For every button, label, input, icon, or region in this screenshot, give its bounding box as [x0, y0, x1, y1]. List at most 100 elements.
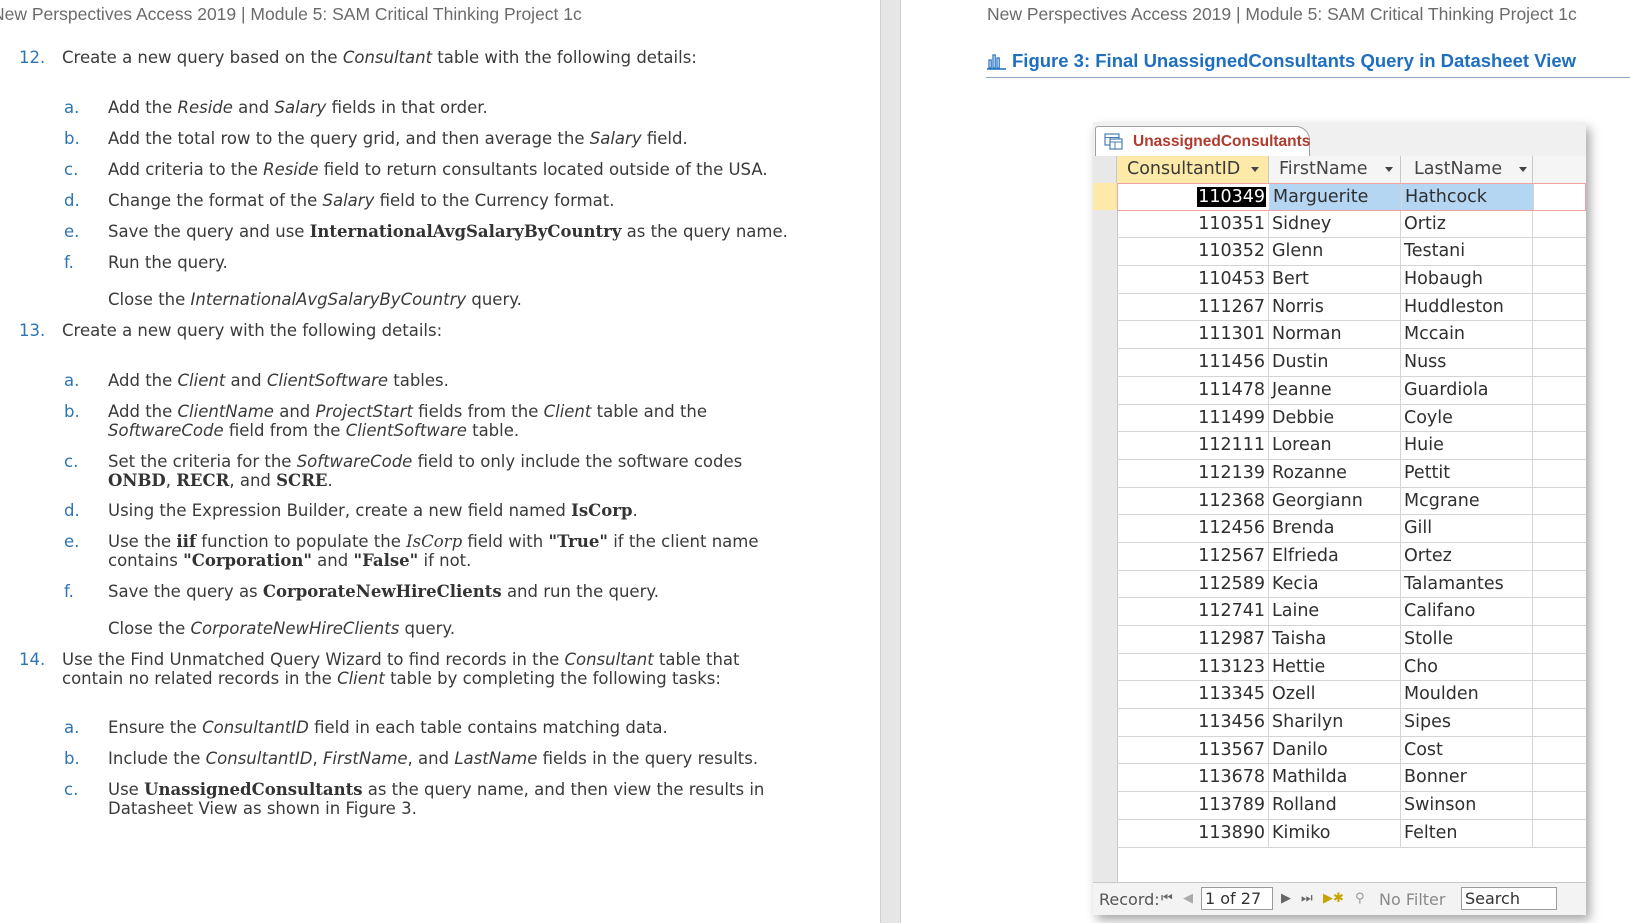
table-row[interactable]: 110349 Marguerite Hathcock — [1117, 183, 1586, 211]
consultantid-cell[interactable]: 111499 — [1117, 404, 1269, 432]
firstname-cell[interactable]: Kecia — [1269, 570, 1401, 598]
column-header-consultantid[interactable]: ConsultantID — [1117, 156, 1269, 183]
consultantid-cell[interactable]: 113890 — [1117, 819, 1269, 847]
consultantid-cell[interactable]: 113456 — [1117, 709, 1269, 736]
lastname-cell[interactable]: Moulden — [1401, 681, 1533, 709]
firstname-cell[interactable]: Bert — [1269, 266, 1401, 293]
firstname-cell[interactable]: Ozell — [1269, 681, 1401, 709]
column-header-lastname[interactable]: LastName — [1401, 156, 1533, 183]
consultantid-cell[interactable]: 112111 — [1117, 432, 1269, 459]
lastname-cell[interactable]: Califano — [1401, 598, 1533, 625]
lastname-cell[interactable]: Felten — [1401, 819, 1533, 847]
table-row[interactable]: 113567 Danilo Cost — [1117, 736, 1586, 765]
consultantid-cell[interactable]: 112456 — [1117, 515, 1269, 542]
table-row[interactable]: 110351 Sidney Ortiz — [1117, 210, 1586, 239]
previous-record-icon[interactable]: ◀ — [1183, 891, 1193, 906]
table-row[interactable]: 111456 Dustin Nuss — [1117, 349, 1586, 377]
consultantid-cell[interactable]: 111456 — [1117, 349, 1269, 376]
lastname-cell[interactable]: Stolle — [1401, 626, 1533, 653]
consultantid-cell[interactable]: 110351 — [1117, 210, 1269, 238]
table-row[interactable]: 113789 Rolland Swinson — [1117, 792, 1586, 820]
consultantid-cell[interactable]: 112741 — [1117, 598, 1269, 625]
consultantid-cell[interactable]: 110453 — [1117, 266, 1269, 293]
consultantid-cell[interactable]: 112139 — [1117, 459, 1269, 487]
consultantid-cell[interactable]: 112589 — [1117, 570, 1269, 598]
firstname-cell[interactable]: Marguerite — [1270, 184, 1402, 210]
first-record-icon[interactable]: ⏮ — [1161, 891, 1173, 906]
lastname-cell[interactable]: Cho — [1401, 653, 1533, 681]
consultantid-cell[interactable]: 112368 — [1117, 487, 1269, 515]
sort-dropdown-icon[interactable] — [1519, 167, 1527, 172]
lastname-cell[interactable]: Ortez — [1401, 542, 1533, 570]
firstname-cell[interactable]: Debbie — [1269, 404, 1401, 432]
current-record-selector[interactable] — [1093, 183, 1117, 210]
lastname-cell[interactable]: Cost — [1401, 736, 1533, 764]
table-row[interactable]: 112139 Rozanne Pettit — [1117, 459, 1586, 488]
current-record-field[interactable]: 1 of 27 — [1201, 887, 1273, 910]
table-row[interactable]: 111301 Norman Mccain — [1117, 321, 1586, 350]
consultantid-cell[interactable]: 111301 — [1117, 321, 1269, 349]
lastname-cell[interactable]: Huddleston — [1401, 293, 1533, 321]
query-tab[interactable]: UnassignedConsultants — [1095, 126, 1310, 156]
firstname-cell[interactable]: Sharilyn — [1269, 709, 1401, 736]
firstname-cell[interactable]: Sidney — [1269, 210, 1401, 238]
table-row[interactable]: 113456 Sharilyn Sipes — [1117, 709, 1586, 737]
lastname-cell[interactable]: Testani — [1401, 238, 1533, 266]
firstname-cell[interactable]: Dustin — [1269, 349, 1401, 376]
new-record-icon[interactable]: ▶✱ — [1323, 891, 1344, 906]
lastname-cell[interactable]: Pettit — [1401, 459, 1533, 487]
firstname-cell[interactable]: Jeanne — [1269, 376, 1401, 404]
consultantid-cell[interactable]: 113789 — [1117, 792, 1269, 819]
lastname-cell[interactable]: Coyle — [1401, 404, 1533, 432]
consultantid-cell[interactable]: 111267 — [1117, 293, 1269, 321]
lastname-cell[interactable]: Mcgrane — [1401, 487, 1533, 515]
firstname-cell[interactable]: Norris — [1269, 293, 1401, 321]
consultantid-cell[interactable]: 113567 — [1117, 736, 1269, 764]
firstname-cell[interactable]: Hettie — [1269, 653, 1401, 681]
table-row[interactable]: 113123 Hettie Cho — [1117, 653, 1586, 682]
firstname-cell[interactable]: Rozanne — [1269, 459, 1401, 487]
lastname-cell[interactable]: Sipes — [1401, 709, 1533, 736]
table-row[interactable]: 112589 Kecia Talamantes — [1117, 570, 1586, 599]
search-box[interactable]: Search — [1461, 887, 1557, 910]
firstname-cell[interactable]: Laine — [1269, 598, 1401, 625]
firstname-cell[interactable]: Lorean — [1269, 432, 1401, 459]
table-row[interactable]: 111478 Jeanne Guardiola — [1117, 376, 1586, 405]
consultantid-cell[interactable]: 112987 — [1117, 626, 1269, 653]
lastname-cell[interactable]: Hobaugh — [1401, 266, 1533, 293]
record-selector-column[interactable] — [1093, 183, 1118, 883]
consultantid-cell[interactable]: 110349 — [1118, 184, 1270, 210]
consultantid-cell[interactable]: 111478 — [1117, 376, 1269, 404]
select-all-corner[interactable] — [1093, 156, 1117, 183]
lastname-cell[interactable]: Talamantes — [1401, 570, 1533, 598]
consultantid-cell[interactable]: 113123 — [1117, 653, 1269, 681]
lastname-cell[interactable]: Ortiz — [1401, 210, 1533, 238]
firstname-cell[interactable]: Elfrieda — [1269, 542, 1401, 570]
lastname-cell[interactable]: Bonner — [1401, 764, 1533, 792]
next-record-icon[interactable]: ▶ — [1281, 891, 1291, 906]
firstname-cell[interactable]: Brenda — [1269, 515, 1401, 542]
table-row[interactable]: 111499 Debbie Coyle — [1117, 404, 1586, 433]
table-row[interactable]: 113890 Kimiko Felten — [1117, 819, 1586, 848]
lastname-cell[interactable]: Nuss — [1401, 349, 1533, 376]
column-header-firstname[interactable]: FirstName — [1269, 156, 1401, 183]
table-row[interactable]: 112741 Laine Califano — [1117, 598, 1586, 626]
lastname-cell[interactable]: Swinson — [1401, 792, 1533, 819]
consultantid-cell[interactable]: 113678 — [1117, 764, 1269, 792]
table-row[interactable]: 112111 Lorean Huie — [1117, 432, 1586, 460]
table-row[interactable]: 112567 Elfrieda Ortez — [1117, 542, 1586, 571]
firstname-cell[interactable]: Taisha — [1269, 626, 1401, 653]
firstname-cell[interactable]: Georgiann — [1269, 487, 1401, 515]
last-record-icon[interactable]: ⏭ — [1301, 891, 1313, 906]
firstname-cell[interactable]: Rolland — [1269, 792, 1401, 819]
firstname-cell[interactable]: Kimiko — [1269, 819, 1401, 847]
consultantid-cell[interactable]: 112567 — [1117, 542, 1269, 570]
lastname-cell[interactable]: Huie — [1401, 432, 1533, 459]
table-row[interactable]: 110453 Bert Hobaugh — [1117, 266, 1586, 294]
consultantid-cell[interactable]: 110352 — [1117, 238, 1269, 266]
table-row[interactable]: 112368 Georgiann Mcgrane — [1117, 487, 1586, 516]
lastname-cell[interactable]: Guardiola — [1401, 376, 1533, 404]
firstname-cell[interactable]: Norman — [1269, 321, 1401, 349]
table-row[interactable]: 113345 Ozell Moulden — [1117, 681, 1586, 710]
firstname-cell[interactable]: Mathilda — [1269, 764, 1401, 792]
